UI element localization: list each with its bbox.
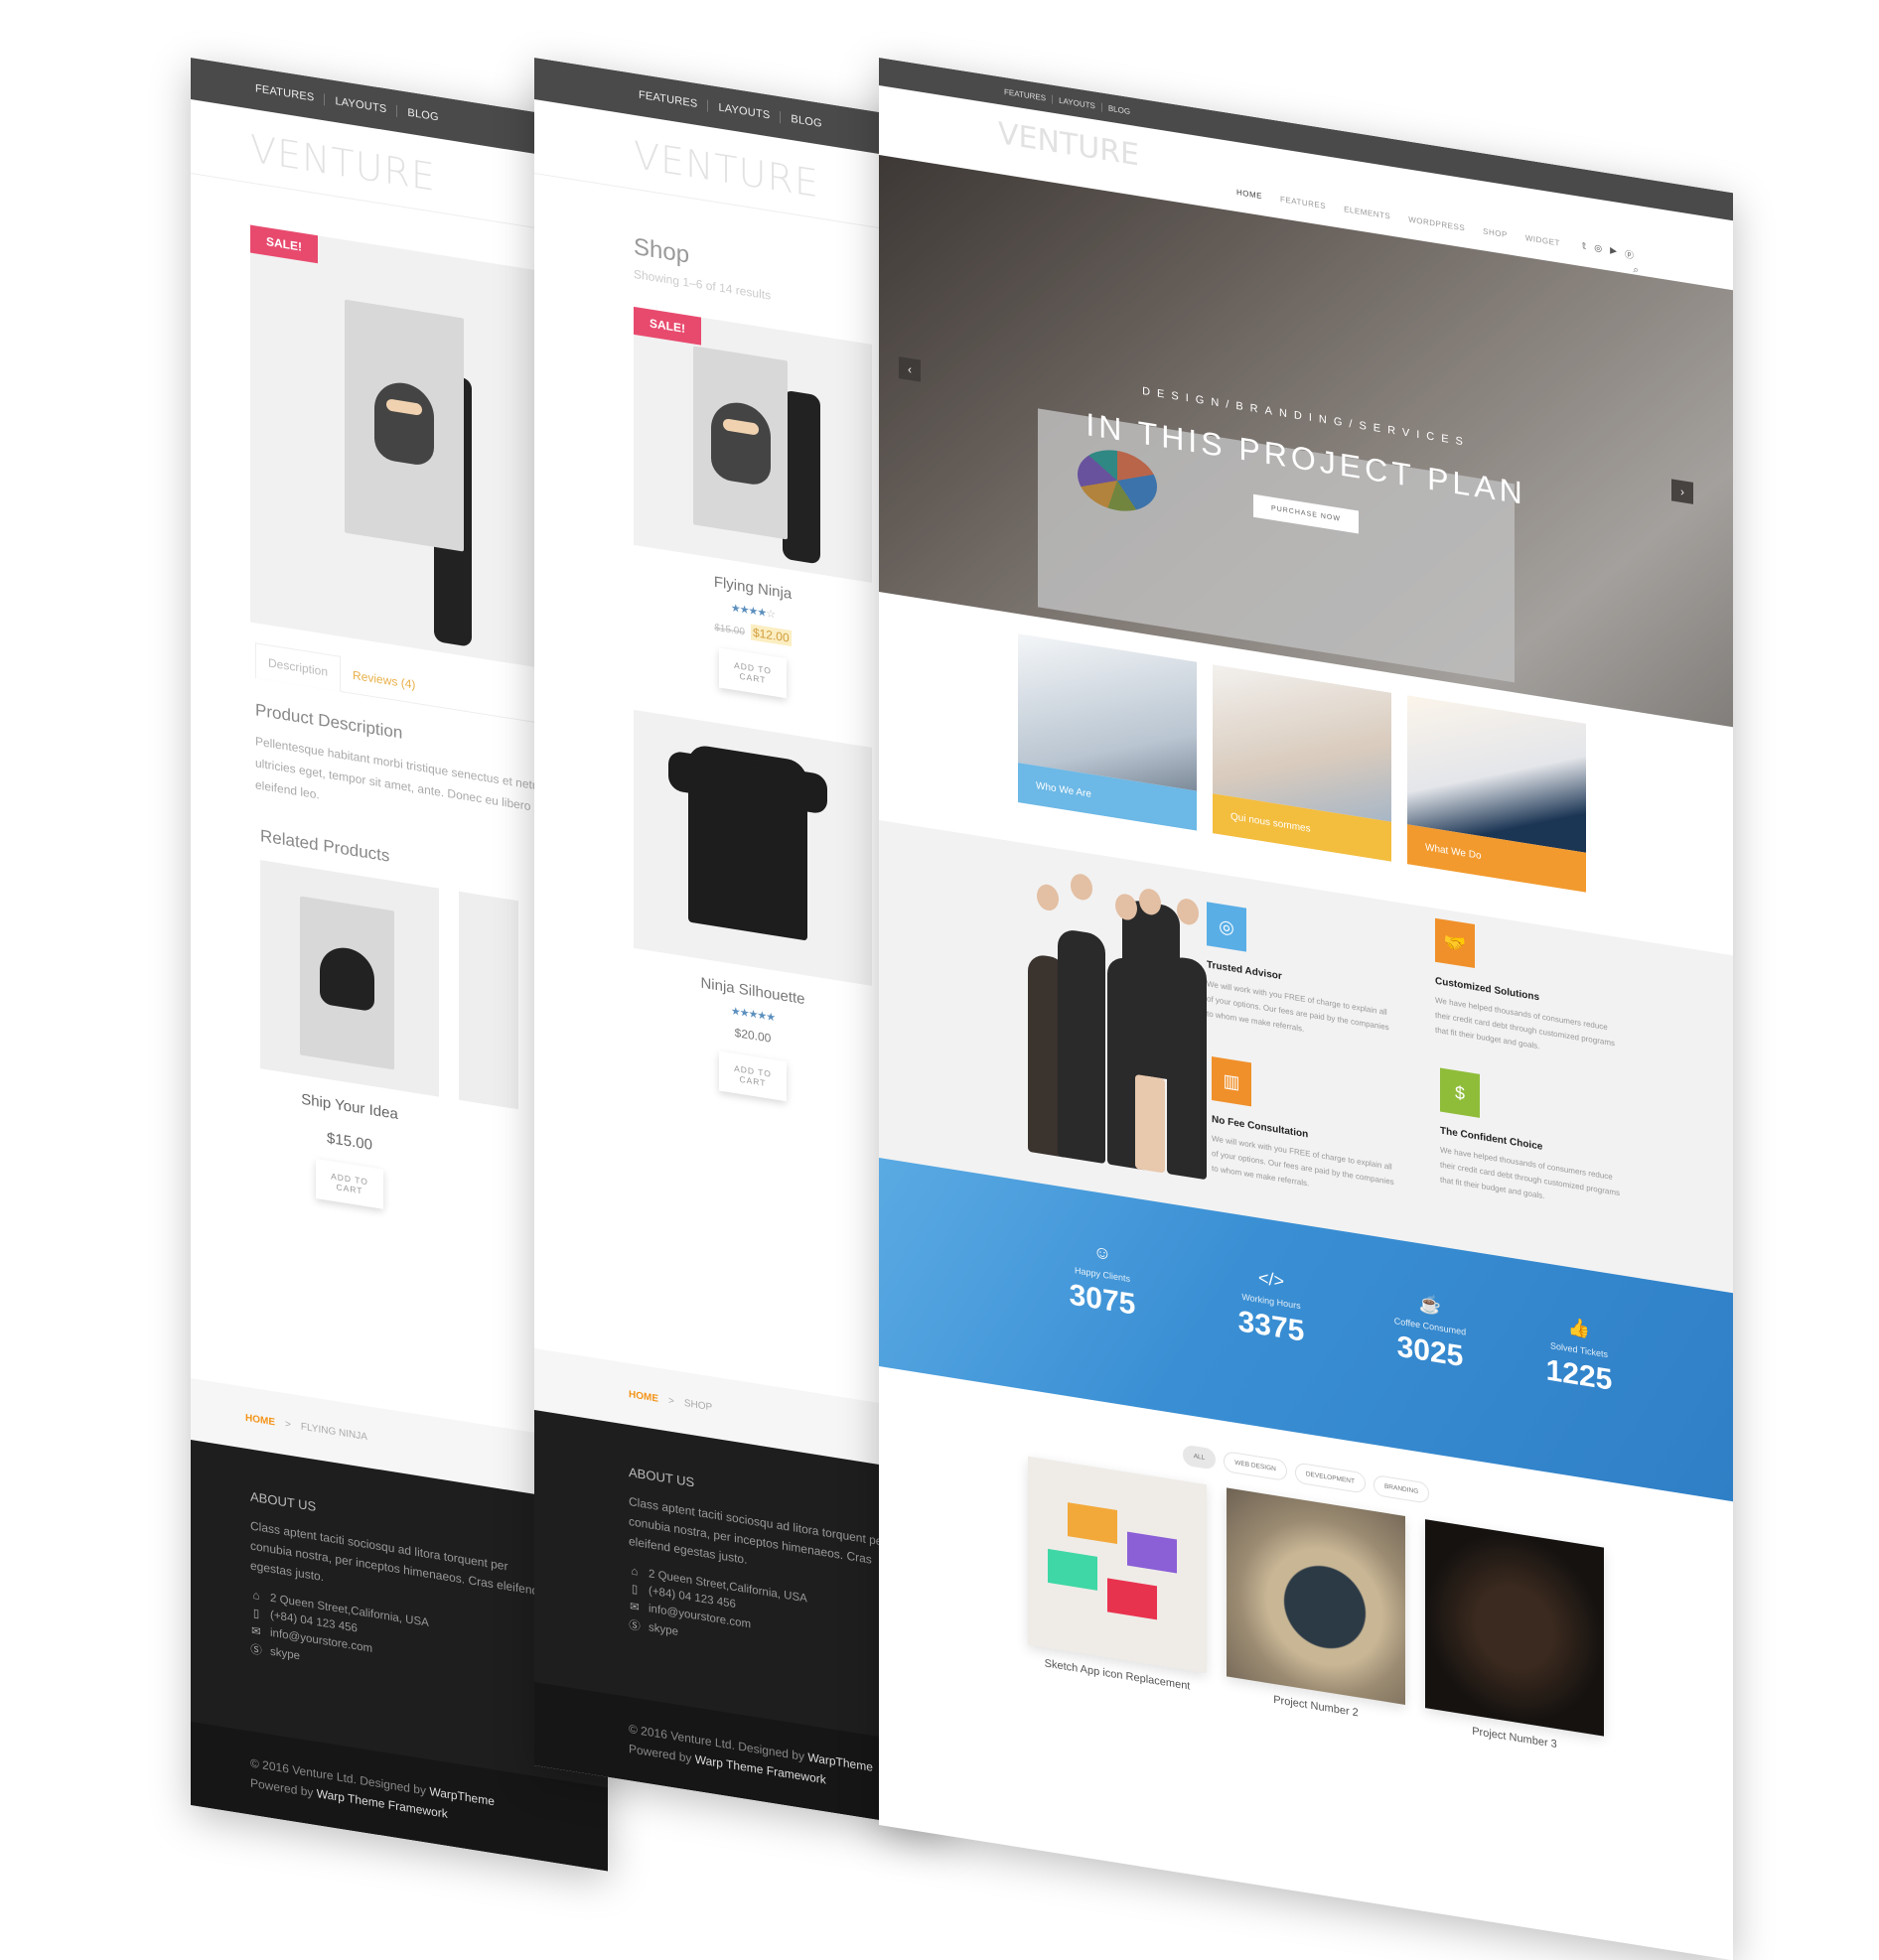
filter-development[interactable]: DEVELOPMENT	[1294, 1462, 1366, 1494]
feature-confident-choice: $ The Confident Choice We have helped th…	[1440, 1067, 1629, 1216]
top-menu-blog[interactable]: BLOG	[781, 111, 831, 131]
tshirt-graphic	[688, 743, 807, 941]
business-team-photo	[1028, 872, 1227, 1184]
top-menu-layouts[interactable]: LAYOUTS	[708, 99, 782, 124]
portfolio-item[interactable]: Sketch App icon Replacement	[1028, 1456, 1207, 1696]
nav-shop[interactable]: SHOP	[1483, 226, 1508, 239]
skype-icon: Ⓢ	[250, 1643, 262, 1658]
ninja-poster	[345, 299, 464, 552]
mobile-icon: ▯	[631, 1583, 639, 1597]
home-page-mockup: FEATURES LAYOUTS BLOG VENTURE HOME FEATU…	[879, 58, 1733, 1960]
nav-elements[interactable]: ELEMENTS	[1344, 205, 1390, 220]
related-product-price: $15.00	[327, 1129, 372, 1154]
nav-widget[interactable]: WIDGET	[1525, 233, 1560, 248]
business-cards-image	[1028, 1456, 1207, 1674]
card-qui-nous-sommes[interactable]: Qui nous sommes	[1213, 664, 1391, 862]
filter-all[interactable]: ALL	[1182, 1444, 1217, 1470]
breadcrumb-separator: >	[285, 1418, 291, 1431]
star-icon: ★★★★★	[730, 1005, 776, 1025]
top-menu-blog[interactable]: BLOG	[397, 105, 448, 125]
ninja-figure	[374, 378, 434, 468]
tab-reviews[interactable]: Reviews (4)	[341, 656, 427, 705]
top-menu-features[interactable]: FEATURES	[629, 87, 709, 112]
breadcrumb-separator: >	[668, 1394, 674, 1407]
skull-graphic	[320, 943, 374, 1013]
leather-logo-image	[1425, 1519, 1604, 1737]
breadcrumb-home[interactable]: HOME	[245, 1412, 275, 1428]
product-image[interactable]	[634, 709, 872, 986]
portfolio-item[interactable]: Project Number 3	[1425, 1519, 1604, 1758]
twitter-icon[interactable]: 𝕥	[1582, 240, 1586, 254]
skype-icon: Ⓢ	[629, 1619, 641, 1633]
top-menu-layouts[interactable]: LAYOUTS	[1053, 94, 1102, 112]
old-price: $15.00	[714, 622, 745, 638]
skype-link[interactable]: skype	[649, 1621, 678, 1638]
handshake-icon: 🤝	[1435, 917, 1475, 969]
slider-next-arrow-icon[interactable]: ›	[1671, 479, 1693, 504]
nav-wordpress[interactable]: WORDPRESS	[1408, 214, 1465, 232]
sale-badge: SALE!	[250, 224, 318, 264]
ninja-poster	[693, 346, 788, 540]
lifebuoy-icon: ◎	[1207, 902, 1246, 952]
home-icon: ⌂	[252, 1589, 260, 1604]
nav-features[interactable]: FEATURES	[1280, 195, 1326, 210]
home-icon: ⌂	[631, 1565, 639, 1579]
related-product-image[interactable]	[260, 860, 439, 1097]
top-menu-layouts[interactable]: LAYOUTS	[325, 93, 398, 118]
bar-chart-icon: ▥	[1212, 1056, 1251, 1107]
product-image[interactable]: SALE!	[250, 224, 548, 670]
lk-badge-image	[1227, 1487, 1405, 1705]
card-who-we-are[interactable]: Who We Are	[1018, 633, 1197, 831]
top-menu-features[interactable]: FEATURES	[998, 85, 1054, 104]
sale-price: $12.00	[750, 624, 792, 646]
envelope-icon: ✉	[630, 1601, 640, 1614]
stat-solved-tickets: 👍 Solved Tickets 1225	[1505, 1307, 1654, 1405]
slider-prev-arrow-icon[interactable]: ‹	[899, 356, 921, 382]
product-card: Ninja Silhouette ★★★★★ $20.00 ADD TO CAR…	[634, 709, 872, 1115]
feature-trusted-advisor: ◎ Trusted Advisor We will work with you …	[1207, 902, 1395, 1050]
envelope-icon: ✉	[251, 1624, 261, 1639]
model-arms	[783, 389, 820, 565]
skype-link[interactable]: skype	[270, 1646, 300, 1663]
stat-coffee-consumed: ☕ Coffee Consumed 3025	[1356, 1283, 1505, 1381]
related-product: Ship Your Idea $15.00 ADD TO CART	[260, 860, 439, 1218]
star-icon: ★★★★	[730, 602, 767, 620]
stat-working-hours: </> Working Hours 3375	[1197, 1258, 1346, 1356]
filter-branding[interactable]: BRANDING	[1373, 1473, 1430, 1504]
poster	[300, 896, 394, 1070]
star-empty-icon: ☆	[766, 607, 776, 622]
portfolio-grid: Sketch App icon Replacement Project Numb…	[1028, 1456, 1733, 1778]
sale-badge: SALE!	[634, 306, 701, 346]
feature-customized-solutions: 🤝 Customized Solutions We have helped th…	[1435, 917, 1624, 1067]
site-logo[interactable]: VENTURE	[998, 116, 1139, 173]
product-image[interactable]: SALE!	[634, 306, 872, 583]
top-menu-features[interactable]: FEATURES	[245, 80, 326, 106]
stat-happy-clients: ☺ Happy Clients 3075	[1028, 1231, 1177, 1330]
related-product-image[interactable]	[459, 891, 518, 1110]
social-links: 𝕥 ◎ ▶ ⓟ	[1582, 240, 1634, 261]
top-menu-blog[interactable]: BLOG	[1102, 102, 1136, 116]
ninja-figure	[711, 398, 771, 488]
product-card: SALE! Flying Ninja ★★★★☆ $15.00 $12.00 AD…	[634, 306, 872, 712]
add-to-cart-button[interactable]: ADD TO CART	[316, 1158, 383, 1209]
feature-no-fee-consultation: ▥ No Fee Consultation We will work with …	[1212, 1056, 1400, 1205]
breadcrumb-home[interactable]: HOME	[629, 1389, 658, 1405]
product-price: $20.00	[734, 1025, 772, 1046]
filter-web-design[interactable]: WEB DESIGN	[1224, 1451, 1287, 1482]
add-to-cart-button[interactable]: ADD TO CART	[719, 1050, 787, 1102]
mockup-stage: FEATURES LAYOUTS BLOG VENTURE SALE! Desc…	[0, 0, 1879, 1960]
mobile-icon: ▯	[252, 1607, 260, 1620]
breadcrumb-current: FLYING NINJA	[300, 1421, 367, 1443]
money-bag-icon: $	[1440, 1067, 1480, 1118]
breadcrumb-current: SHOP	[683, 1397, 713, 1413]
add-to-cart-button[interactable]: ADD TO CART	[719, 647, 787, 699]
nav-home[interactable]: HOME	[1236, 188, 1262, 201]
pinterest-icon[interactable]: ⓟ	[1625, 247, 1634, 261]
tab-description[interactable]: Description	[255, 642, 342, 692]
card-what-we-do[interactable]: What We Do	[1407, 695, 1586, 893]
portfolio-item[interactable]: Project Number 2	[1227, 1487, 1405, 1727]
instagram-icon[interactable]: ◎	[1594, 242, 1602, 256]
youtube-icon[interactable]: ▶	[1610, 245, 1617, 259]
